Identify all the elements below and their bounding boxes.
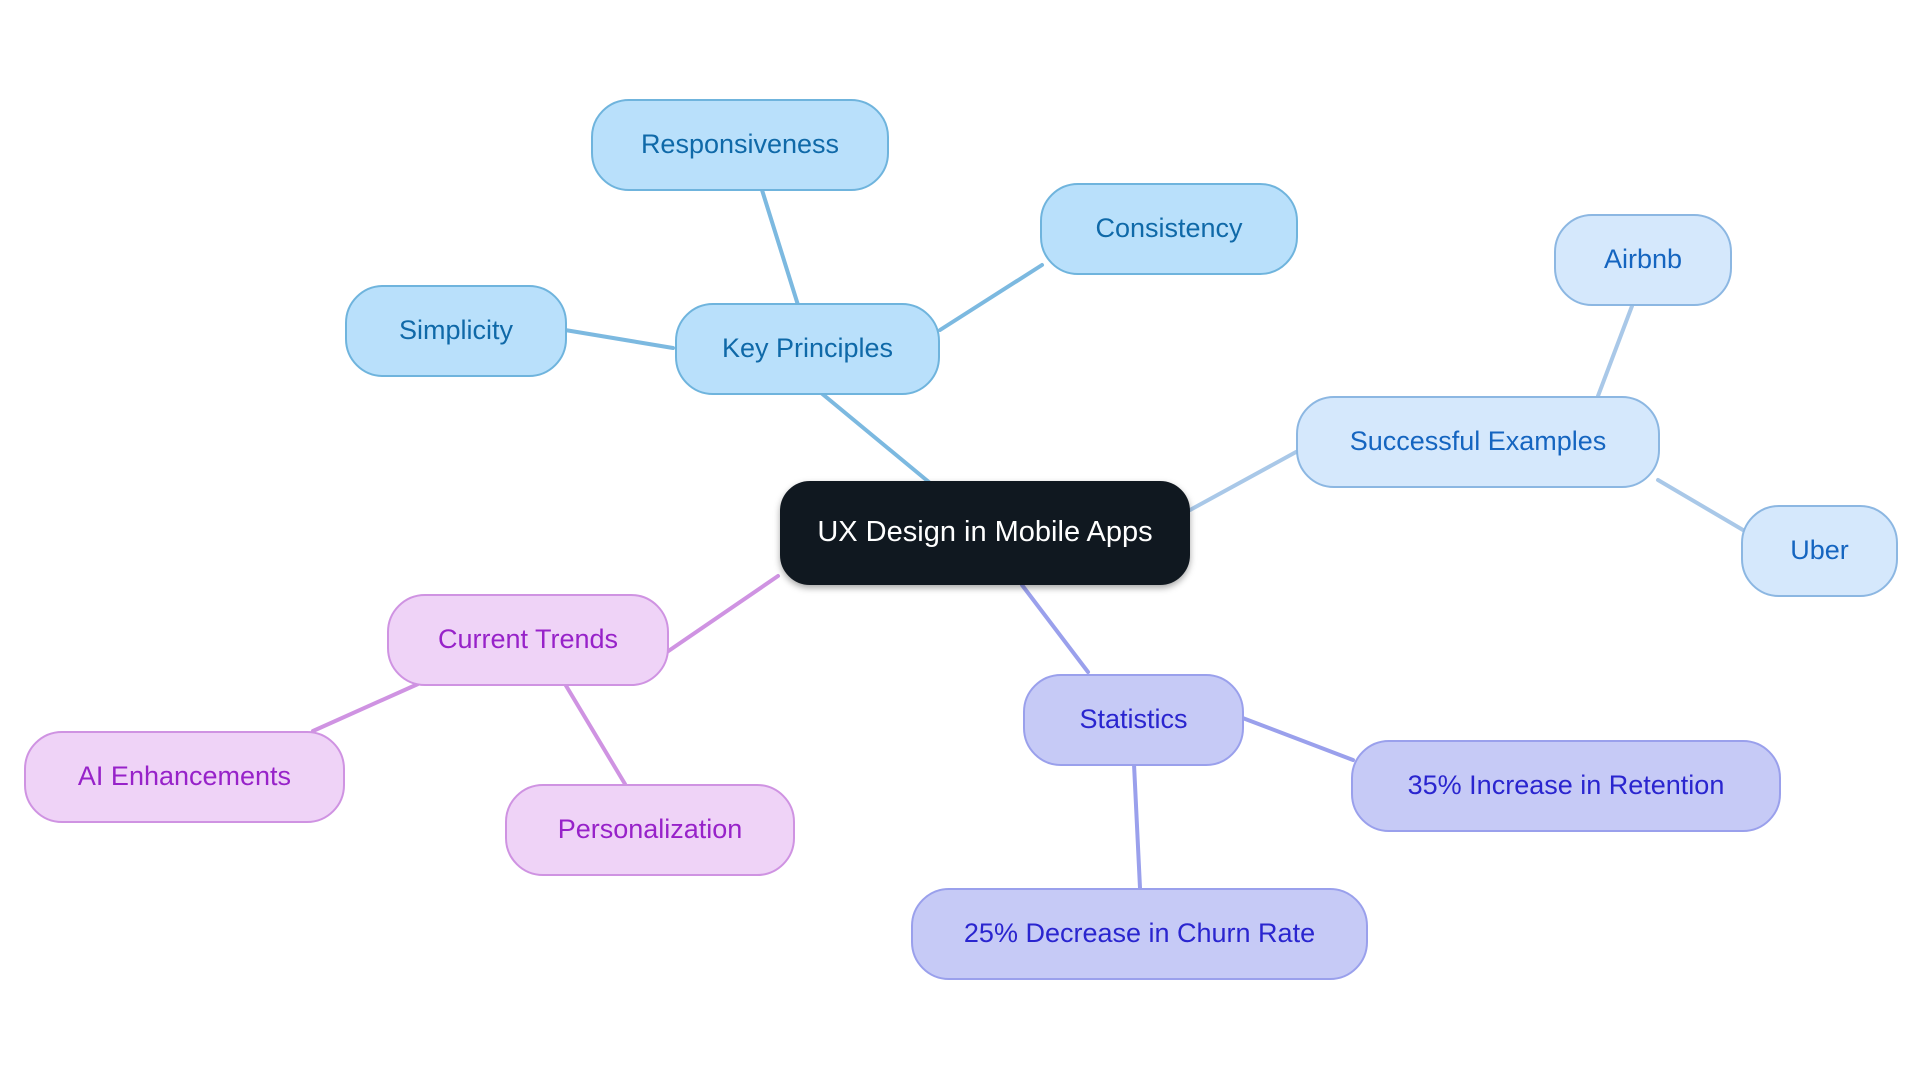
mindmap-canvas: UX Design in Mobile Apps Key Principles Re…: [0, 0, 1920, 1083]
node-label-responsiveness: Responsiveness: [640, 129, 840, 160]
edge-key_principles-to-simplicity: [563, 328, 675, 350]
node-label-uber: Uber: [1790, 535, 1849, 566]
edge-root-to-successful_examples: [1188, 450, 1298, 512]
node-label-consistency: Consistency: [1095, 213, 1243, 244]
edge-statistics-to-churn: [1132, 762, 1142, 890]
node-label-retention: 35% Increase in Retention: [1407, 770, 1725, 801]
mindmap-node-airbnb[interactable]: Airbnb: [1554, 214, 1732, 306]
edge-key_principles-to-responsiveness: [760, 188, 800, 307]
edge-key_principles-to-consistency: [938, 263, 1044, 332]
mindmap-node-retention[interactable]: 35% Increase in Retention: [1351, 740, 1781, 832]
edge-root-to-current_trends: [665, 574, 780, 654]
node-label-current_trends: Current Trends: [437, 624, 619, 655]
mindmap-node-churn[interactable]: 25% Decrease in Churn Rate: [911, 888, 1368, 980]
node-label-statistics: Statistics: [1079, 704, 1188, 735]
mindmap-node-root[interactable]: UX Design in Mobile Apps: [780, 481, 1190, 585]
edge-root-to-key_principles: [818, 390, 932, 485]
node-label-successful_examples: Successful Examples: [1349, 426, 1607, 457]
mindmap-node-successful_examples[interactable]: Successful Examples: [1296, 396, 1660, 488]
mindmap-node-ai_enhancements[interactable]: AI Enhancements: [24, 731, 345, 823]
mindmap-node-simplicity[interactable]: Simplicity: [345, 285, 567, 377]
node-label-key_principles: Key Principles: [721, 333, 894, 364]
node-label-personalization: Personalization: [557, 814, 743, 845]
edge-successful_examples-to-uber: [1656, 478, 1745, 532]
mindmap-node-key_principles[interactable]: Key Principles: [675, 303, 940, 395]
mindmap-node-current_trends[interactable]: Current Trends: [387, 594, 669, 686]
mindmap-node-consistency[interactable]: Consistency: [1040, 183, 1298, 275]
node-label-simplicity: Simplicity: [398, 315, 513, 346]
edge-successful_examples-to-airbnb: [1596, 304, 1634, 398]
node-label-airbnb: Airbnb: [1603, 244, 1683, 275]
edge-current_trends-to-ai_enhancements: [311, 682, 420, 733]
node-label-churn: 25% Decrease in Churn Rate: [963, 918, 1316, 949]
mindmap-node-uber[interactable]: Uber: [1741, 505, 1898, 597]
mindmap-node-personalization[interactable]: Personalization: [505, 784, 795, 876]
edge-current_trends-to-personalization: [563, 682, 627, 786]
edge-root-to-statistics: [1020, 583, 1090, 674]
mindmap-node-statistics[interactable]: Statistics: [1023, 674, 1244, 766]
mindmap-node-responsiveness[interactable]: Responsiveness: [591, 99, 889, 191]
node-label-ai_enhancements: AI Enhancements: [77, 761, 292, 792]
edge-statistics-to-retention: [1238, 715, 1355, 762]
node-label-root: UX Design in Mobile Apps: [817, 516, 1153, 549]
